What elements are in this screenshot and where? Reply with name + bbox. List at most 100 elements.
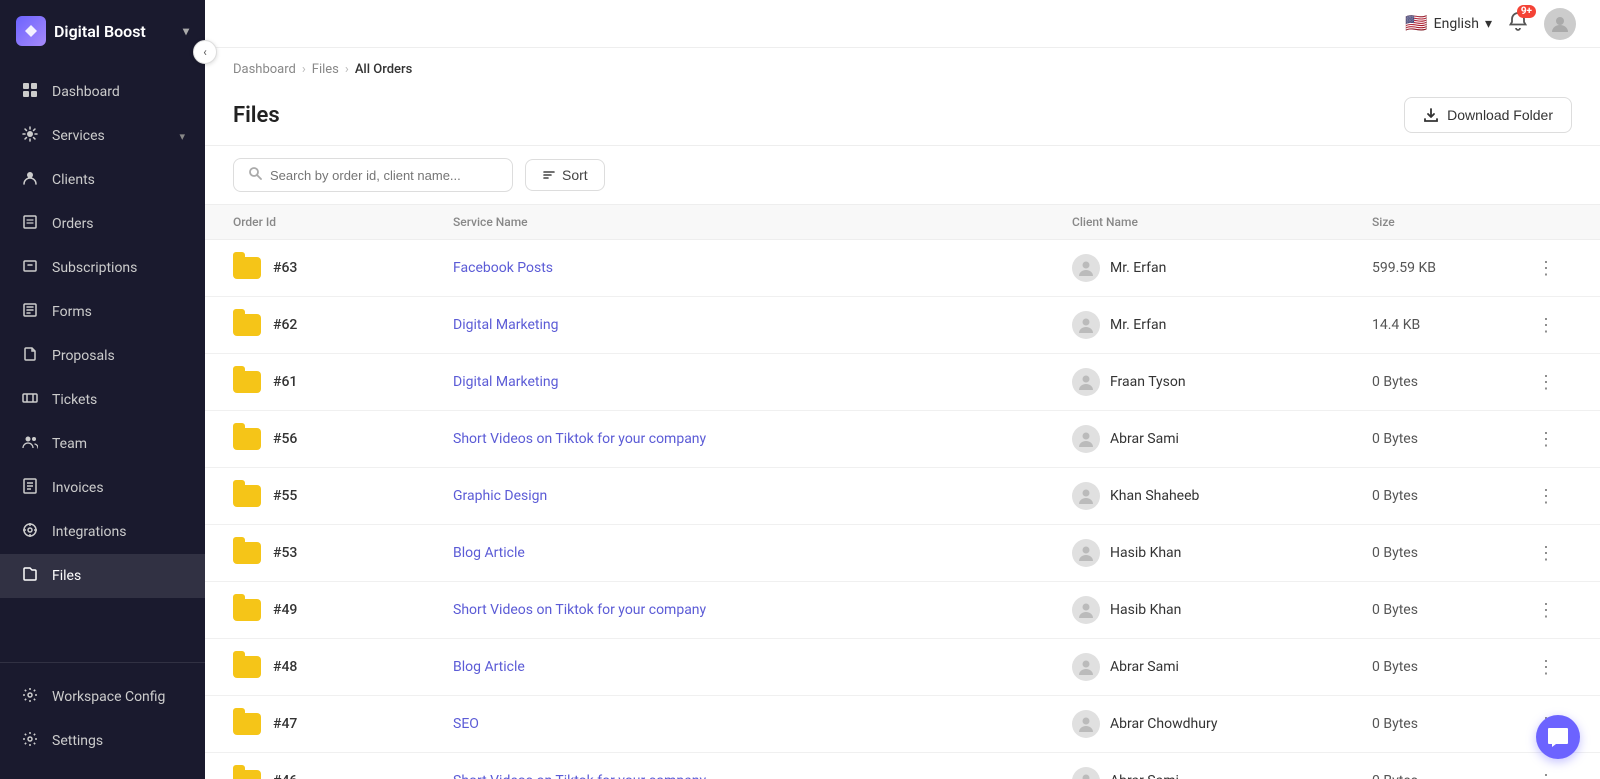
client-name: Mr. Erfan <box>1110 260 1166 276</box>
folder-icon <box>233 314 261 336</box>
folder-icon <box>233 485 261 507</box>
order-cell: #53 <box>233 542 453 564</box>
row-more-button[interactable]: ⋮ <box>1532 767 1560 779</box>
folder-icon <box>233 599 261 621</box>
order-cell: #48 <box>233 656 453 678</box>
service-name[interactable]: Blog Article <box>453 659 525 675</box>
breadcrumb-dashboard[interactable]: Dashboard <box>233 62 296 77</box>
row-more-button[interactable]: ⋮ <box>1532 254 1560 282</box>
table-header: Order Id Service Name Client Name Size <box>205 205 1600 240</box>
table-body: #63 Facebook Posts Mr. Erfan 599.59 KB ⋮… <box>205 240 1600 779</box>
row-more-button[interactable]: ⋮ <box>1532 482 1560 510</box>
sidebar-item-team[interactable]: Team <box>0 422 205 466</box>
order-cell: #63 <box>233 257 453 279</box>
sort-button[interactable]: Sort <box>525 159 605 191</box>
file-size: 0 Bytes <box>1372 545 1418 561</box>
sidebar-collapse-button[interactable]: ‹ <box>193 40 217 64</box>
order-cell: #49 <box>233 599 453 621</box>
sidebar-nav: Dashboard Services ▾ Clients Orders <box>0 62 205 662</box>
sidebar: Digital Boost ▾ Dashboard Services ▾ Cli… <box>0 0 205 779</box>
service-cell: Digital Marketing <box>453 374 1072 390</box>
size-cell: 0 Bytes <box>1372 773 1532 779</box>
size-cell: 599.59 KB <box>1372 260 1532 276</box>
table-row: #55 Graphic Design Khan Shaheeb 0 Bytes … <box>205 468 1600 525</box>
col-service-name: Service Name <box>453 215 1072 229</box>
tickets-icon <box>20 390 40 410</box>
table-row: #46 Short Videos on Tiktok for your comp… <box>205 753 1600 779</box>
order-cell: #46 <box>233 770 453 779</box>
breadcrumb-files[interactable]: Files <box>312 62 339 77</box>
service-name[interactable]: Facebook Posts <box>453 260 553 276</box>
breadcrumb-sep-2: › <box>345 62 349 77</box>
table-row: #48 Blog Article Abrar Sami 0 Bytes ⋮ <box>205 639 1600 696</box>
service-name[interactable]: Digital Marketing <box>453 374 558 390</box>
user-avatar[interactable] <box>1544 8 1576 40</box>
language-selector[interactable]: 🇺🇸 English ▾ <box>1405 13 1492 34</box>
search-icon <box>248 166 262 184</box>
download-folder-button[interactable]: Download Folder <box>1404 97 1572 133</box>
files-icon <box>20 566 40 586</box>
sidebar-item-clients[interactable]: Clients <box>0 158 205 202</box>
sidebar-item-services[interactable]: Services ▾ <box>0 114 205 158</box>
order-id: #46 <box>273 773 297 779</box>
language-chevron-icon: ▾ <box>1485 16 1492 32</box>
row-more-button[interactable]: ⋮ <box>1532 596 1560 624</box>
service-name[interactable]: Digital Marketing <box>453 317 558 333</box>
sidebar-item-proposals[interactable]: Proposals <box>0 334 205 378</box>
client-cell: Khan Shaheeb <box>1072 482 1372 510</box>
sidebar-item-invoices[interactable]: Invoices <box>0 466 205 510</box>
services-chevron-icon: ▾ <box>179 130 185 143</box>
sidebar-item-settings[interactable]: Settings <box>0 719 205 763</box>
client-cell: Abrar Sami <box>1072 767 1372 779</box>
sidebar-item-orders[interactable]: Orders <box>0 202 205 246</box>
client-name: Mr. Erfan <box>1110 317 1166 333</box>
order-id: #55 <box>273 488 297 504</box>
search-box[interactable] <box>233 158 513 192</box>
app-chevron-icon: ▾ <box>183 24 189 38</box>
sidebar-item-dashboard[interactable]: Dashboard <box>0 70 205 114</box>
sidebar-item-tickets[interactable]: Tickets <box>0 378 205 422</box>
service-cell: Short Videos on Tiktok for your company <box>453 602 1072 618</box>
sidebar-item-workspace[interactable]: Workspace Config <box>0 675 205 719</box>
row-more-button[interactable]: ⋮ <box>1532 539 1560 567</box>
sidebar-item-subscriptions[interactable]: Subscriptions <box>0 246 205 290</box>
client-avatar <box>1072 482 1100 510</box>
service-name[interactable]: Short Videos on Tiktok for your company <box>453 431 706 447</box>
row-more-button[interactable]: ⋮ <box>1532 425 1560 453</box>
size-cell: 0 Bytes <box>1372 545 1532 561</box>
file-size: 14.4 KB <box>1372 317 1420 333</box>
client-name: Khan Shaheeb <box>1110 488 1199 504</box>
service-name[interactable]: Short Videos on Tiktok for your company <box>453 602 706 618</box>
size-cell: 0 Bytes <box>1372 488 1532 504</box>
logo-icon <box>16 16 46 46</box>
row-more-button[interactable]: ⋮ <box>1532 368 1560 396</box>
client-cell: Mr. Erfan <box>1072 311 1372 339</box>
sidebar-item-integrations[interactable]: Integrations <box>0 510 205 554</box>
page-title: Files <box>233 103 280 128</box>
client-avatar <box>1072 596 1100 624</box>
client-avatar <box>1072 539 1100 567</box>
service-name[interactable]: Blog Article <box>453 545 525 561</box>
folder-icon <box>233 542 261 564</box>
file-size: 0 Bytes <box>1372 431 1418 447</box>
search-input[interactable] <box>270 168 498 183</box>
sidebar-item-label: Files <box>52 568 81 584</box>
sidebar-item-forms[interactable]: Forms <box>0 290 205 334</box>
row-more-button[interactable]: ⋮ <box>1532 311 1560 339</box>
client-name: Abrar Sami <box>1110 773 1179 779</box>
notification-bell[interactable]: 9+ <box>1508 11 1528 36</box>
service-name[interactable]: Short Videos on Tiktok for your company <box>453 773 706 779</box>
sidebar-item-files[interactable]: Files <box>0 554 205 598</box>
row-more-button[interactable]: ⋮ <box>1532 653 1560 681</box>
service-name[interactable]: Graphic Design <box>453 488 547 504</box>
chat-widget[interactable] <box>1536 715 1580 759</box>
folder-icon <box>233 257 261 279</box>
table-row: #56 Short Videos on Tiktok for your comp… <box>205 411 1600 468</box>
service-name[interactable]: SEO <box>453 716 479 732</box>
app-logo[interactable]: Digital Boost ▾ <box>0 0 205 62</box>
file-size: 0 Bytes <box>1372 602 1418 618</box>
folder-icon <box>233 371 261 393</box>
sidebar-item-label: Workspace Config <box>52 689 165 705</box>
client-avatar <box>1072 311 1100 339</box>
order-id: #53 <box>273 545 297 561</box>
